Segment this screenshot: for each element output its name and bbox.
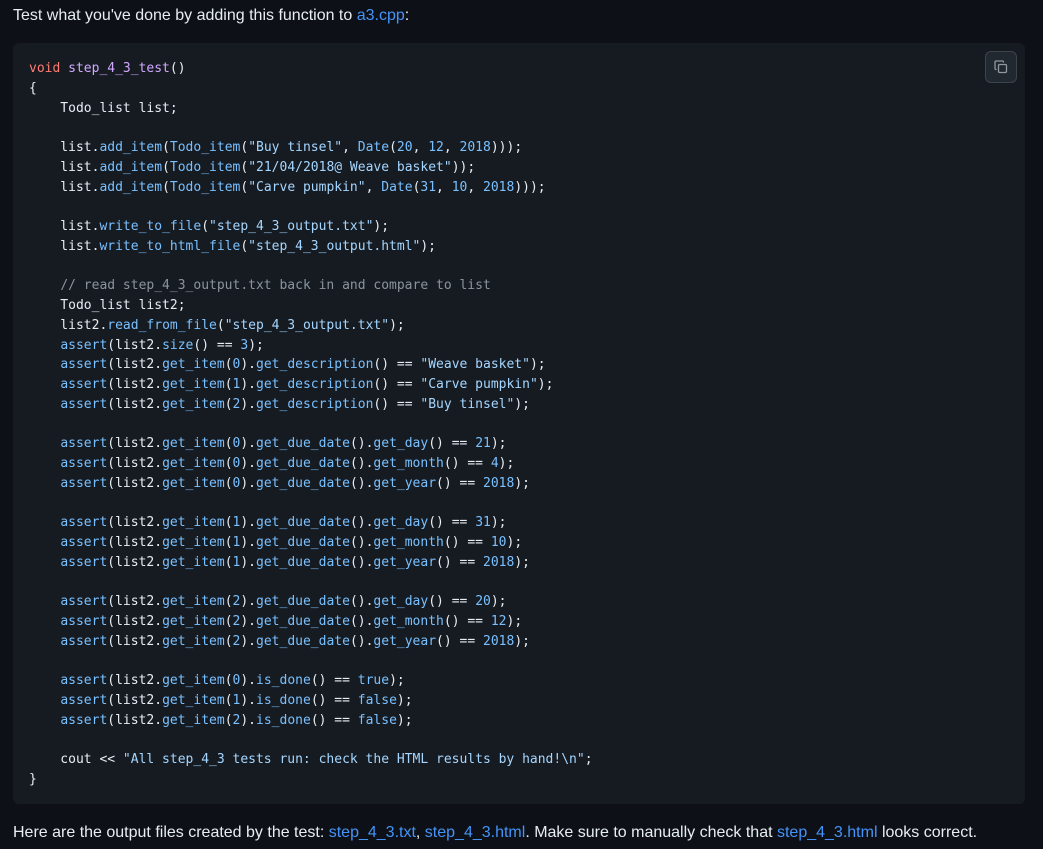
code-line: list.write_to_html_file("step_4_3_output… [29, 238, 437, 254]
code-line: ​ [29, 118, 593, 138]
code-block: void step_4_3_test() { Todo_list list; ​ l… [13, 43, 1025, 804]
copy-button[interactable] [985, 51, 1017, 83]
code-line: assert(list2.get_item(0).get_due_date().… [60, 436, 507, 452]
code-line: list.write_to_file("step_4_3_output.txt"… [29, 219, 390, 234]
code-line: void step_4_3_test() [29, 61, 186, 76]
code-line: ​ [29, 494, 593, 514]
code-line: cout << "All step_4_3 tests run: check t… [29, 752, 593, 768]
copy-icon [993, 59, 1009, 75]
code-line: ​ [29, 257, 593, 277]
code-line: assert(list2.get_item(0).get_description… [60, 357, 546, 373]
code-line: assert(list2.get_item(2).get_due_date().… [60, 614, 523, 629]
intro-text-end: : [404, 7, 410, 24]
code-line: // read step_4_3_output.txt back in and … [60, 278, 491, 294]
code-line: assert(list2.get_item(2).get_description… [60, 396, 530, 412]
code-line: Todo_list list; [29, 100, 178, 116]
code-line: ​ [29, 415, 593, 435]
intro-text: Test what you've done by adding this fun… [13, 7, 357, 24]
code-line: assert(list2.get_item(2).is_done() == fa… [60, 712, 413, 728]
code-line: assert(list2.get_item(0).get_due_date().… [60, 475, 530, 491]
code-listing: void step_4_3_test() { Todo_list list; ​ l… [29, 59, 593, 790]
code-line: assert(list2.get_item(1).is_done() == fa… [60, 693, 413, 708]
code-line: assert(list2.get_item(1).get_due_date().… [60, 515, 507, 531]
code-line: assert(list2.get_item(1).get_description… [60, 377, 554, 392]
outro-text-middle: . Make sure to manually check that [525, 824, 777, 841]
code-line: { [29, 80, 37, 96]
code-line: assert(list2.get_item(1).get_due_date().… [60, 554, 530, 570]
code-line: list.add_item(Todo_item("Buy tinsel", Da… [29, 140, 523, 155]
step-4-3-html-link-2[interactable]: step_4_3.html [777, 824, 878, 841]
step-4-3-html-link[interactable]: step_4_3.html [425, 824, 526, 841]
code-line: ​ [29, 573, 593, 593]
step-4-3-txt-link[interactable]: step_4_3.txt [329, 824, 416, 841]
code-line: assert(list2.get_item(1).get_due_date().… [60, 535, 523, 550]
code-line: ​ [29, 197, 593, 217]
outro-paragraph: Here are the output files created by the… [13, 823, 977, 843]
intro-paragraph: Test what you've done by adding this fun… [13, 6, 409, 26]
code-line: assert(list2.get_item(0).is_done() == tr… [60, 673, 405, 689]
a3-cpp-link[interactable]: a3.cpp [357, 7, 405, 24]
code-line: assert(list2.get_item(2).get_due_date().… [60, 633, 530, 649]
outro-text-end: looks correct. [877, 824, 978, 841]
code-line: ​ [29, 731, 593, 751]
code-line: assert(list2.get_item(2).get_due_date().… [60, 594, 507, 610]
code-line: assert(list2.get_item(0).get_due_date().… [60, 456, 515, 471]
code-line: ​ [29, 652, 593, 672]
outro-separator: , [415, 824, 425, 841]
code-line: } [29, 772, 37, 787]
code-line: list.add_item(Todo_item("Carve pumpkin",… [29, 179, 546, 195]
code-line: Todo_list list2; [29, 298, 186, 313]
code-line: list.add_item(Todo_item("21/04/2018@ Wea… [29, 159, 476, 175]
code-line: assert(list2.size() == 3); [60, 337, 264, 353]
outro-text: Here are the output files created by the… [13, 824, 329, 841]
code-line: list2.read_from_file("step_4_3_output.tx… [29, 317, 405, 333]
